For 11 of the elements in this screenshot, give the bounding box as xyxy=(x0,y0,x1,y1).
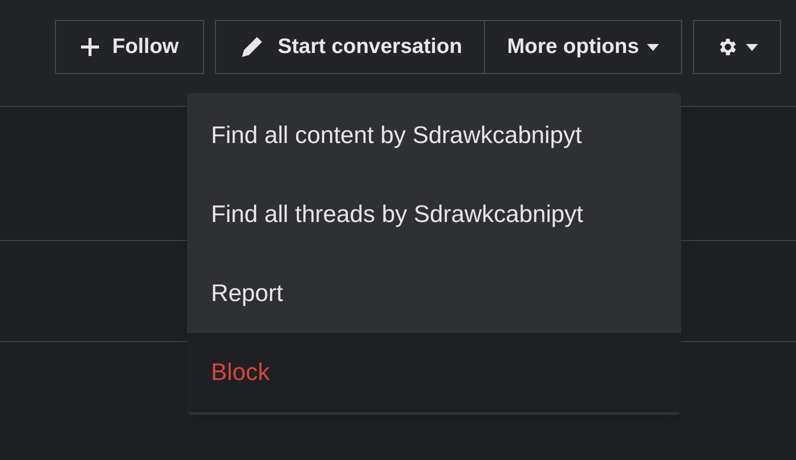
follow-button[interactable]: Follow xyxy=(55,20,204,74)
start-conversation-button[interactable]: Start conversation xyxy=(214,20,486,74)
plus-icon xyxy=(80,37,100,57)
caret-icon xyxy=(647,44,659,50)
menu-item[interactable]: Find all content by Sdrawkcabnipyt xyxy=(187,96,681,175)
menu-item[interactable]: Block xyxy=(187,333,681,412)
menu-item[interactable]: Find all threads by Sdrawkcabnipyt xyxy=(187,175,681,254)
more-options-button[interactable]: More options xyxy=(485,20,682,74)
caret-icon xyxy=(746,44,758,50)
menu-item[interactable]: Report xyxy=(187,254,681,333)
settings-button[interactable] xyxy=(693,20,781,74)
